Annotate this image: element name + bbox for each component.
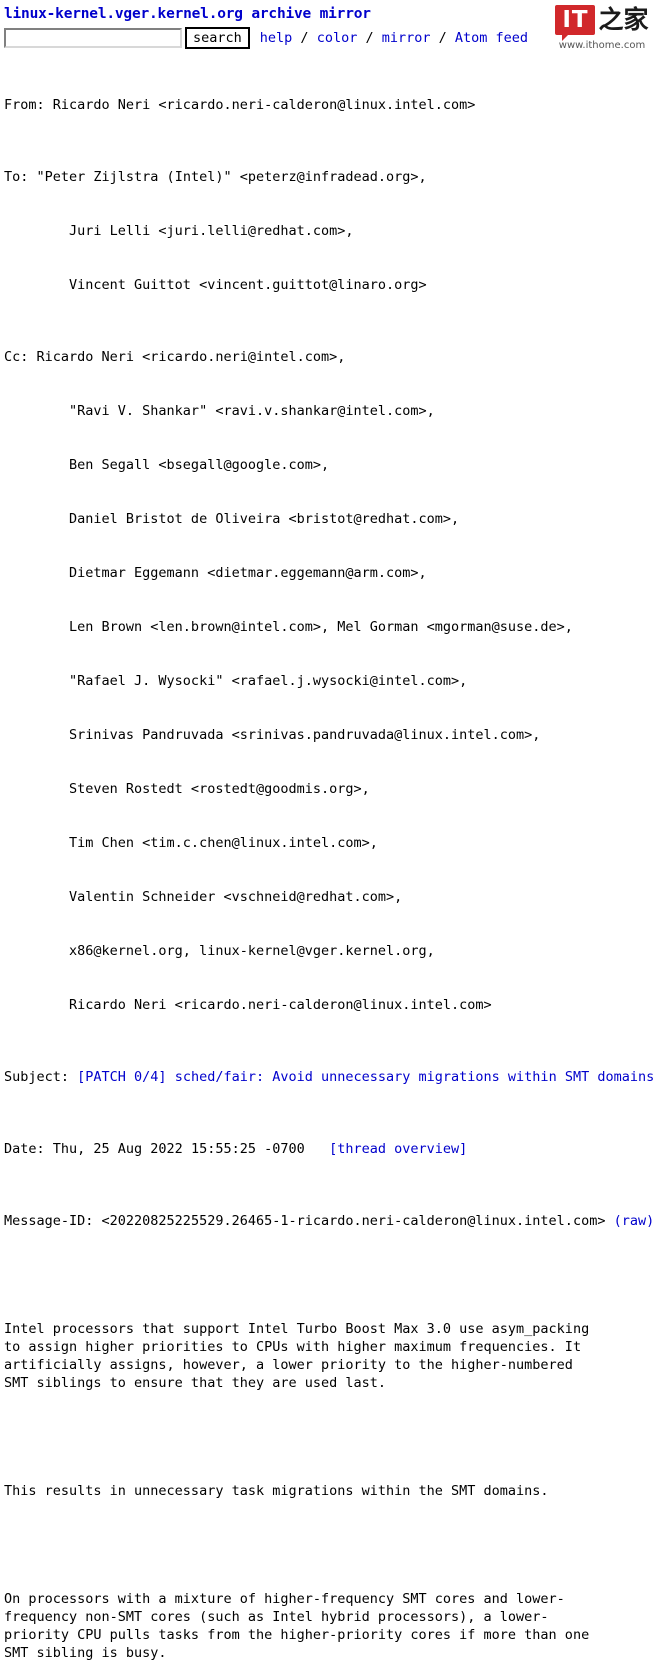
logo-it-badge: IT [555, 5, 596, 41]
cc-value-line-1: Ricardo Neri <ricardo.neri@intel.com>, [28, 349, 346, 365]
mail-header-cc-cont-3: Daniel Bristot de Oliveira <bristot@redh… [4, 511, 460, 527]
body-spacer-1 [4, 1428, 660, 1446]
mail-headers: From: Ricardo Neri <ricardo.neri-caldero… [4, 60, 660, 1266]
thread-overview-link[interactable]: [thread overview] [329, 1141, 467, 1157]
atom-feed-link[interactable]: Atom feed [455, 30, 528, 46]
header-links: help / color / mirror / Atom feed [260, 29, 528, 47]
search-button[interactable]: search [185, 27, 250, 49]
raw-link[interactable]: (raw) [614, 1213, 655, 1229]
mail-header-cc-cont-8: Steven Rostedt <rostedt@goodmis.org>, [4, 781, 370, 797]
subject-label: Subject: [4, 1069, 70, 1085]
ithome-watermark-logo: IT 之家 www.ithome.com [552, 2, 652, 56]
help-link[interactable]: help [260, 30, 293, 46]
date-value: Thu, 25 Aug 2022 15:55:25 -0700 [44, 1141, 330, 1157]
to-value-line-1: "Peter Zijlstra (Intel)" <peterz@infrade… [28, 169, 427, 185]
message-id-value: <20220825225529.26465-1-ricardo.neri-cal… [93, 1213, 614, 1229]
link-separator-2: / [357, 30, 382, 46]
mail-header-cc-cont-9: Tim Chen <tim.c.chen@linux.intel.com>, [4, 835, 378, 851]
mail-header-cc-cont-5: Len Brown <len.brown@intel.com>, Mel Gor… [4, 619, 573, 635]
message-body: Intel processors that support Intel Turb… [4, 1284, 660, 1662]
mail-header-cc-cont-7: Srinivas Pandruvada <srinivas.pandruvada… [4, 727, 541, 743]
body-paragraph-3: On processors with a mixture of higher-f… [4, 1591, 590, 1661]
to-label: To: [4, 169, 29, 185]
mail-header-from: From: Ricardo Neri <ricardo.neri-caldero… [4, 96, 660, 114]
mail-header-message-id: Message-ID: <20220825225529.26465-1-rica… [4, 1212, 660, 1230]
body-spacer-2 [4, 1536, 660, 1554]
body-paragraph-1: Intel processors that support Intel Turb… [4, 1321, 590, 1391]
mail-header-cc-cont-6: "Rafael J. Wysocki" <rafael.j.wysocki@in… [4, 673, 468, 689]
search-input[interactable] [4, 28, 182, 48]
mail-header-cc-cont-2: Ben Segall <bsegall@google.com>, [4, 457, 330, 473]
logo-mark-row: IT 之家 [552, 2, 652, 41]
logo-url-text: www.ithome.com [558, 40, 646, 51]
page-root: IT 之家 www.ithome.com linux-kernel.vger.k… [0, 0, 660, 1662]
body-paragraph-2: This results in unnecessary task migrati… [4, 1483, 549, 1499]
mail-header-subject: Subject: [PATCH 0/4] sched/fair: Avoid u… [4, 1068, 660, 1086]
mail-header-cc: Cc: Ricardo Neri <ricardo.neri@intel.com… [4, 348, 660, 366]
logo-chinese-text: 之家 [598, 5, 649, 34]
link-separator-1: / [292, 30, 317, 46]
mail-header-cc-cont-11: x86@kernel.org, linux-kernel@vger.kernel… [4, 943, 435, 959]
subject-link[interactable]: [PATCH 0/4] sched/fair: Avoid unnecessar… [69, 1069, 654, 1085]
mail-header-cc-cont-4: Dietmar Eggemann <dietmar.eggemann@arm.c… [4, 565, 427, 581]
message-id-label: Message-ID: [4, 1213, 94, 1229]
from-value: Ricardo Neri <ricardo.neri-calderon@linu… [44, 97, 476, 113]
mail-header-cc-cont-1: "Ravi V. Shankar" <ravi.v.shankar@intel.… [4, 403, 435, 419]
mail-header-cc-cont-12: Ricardo Neri <ricardo.neri-calderon@linu… [4, 997, 492, 1013]
mail-header-to-cont-2: Vincent Guittot <vincent.guittot@linaro.… [4, 277, 427, 293]
color-link[interactable]: color [317, 30, 358, 46]
mail-header-to: To: "Peter Zijlstra (Intel)" <peterz@inf… [4, 168, 660, 186]
mail-header-date: Date: Thu, 25 Aug 2022 15:55:25 -0700 [t… [4, 1140, 660, 1158]
mirror-link[interactable]: mirror [382, 30, 431, 46]
from-label: From: [4, 97, 45, 113]
mail-header-to-cont-1: Juri Lelli <juri.lelli@redhat.com>, [4, 223, 354, 239]
mail-header-cc-cont-10: Valentin Schneider <vschneid@redhat.com>… [4, 889, 403, 905]
link-separator-3: / [430, 30, 455, 46]
cc-label: Cc: [4, 349, 29, 365]
date-label: Date: [4, 1141, 45, 1157]
